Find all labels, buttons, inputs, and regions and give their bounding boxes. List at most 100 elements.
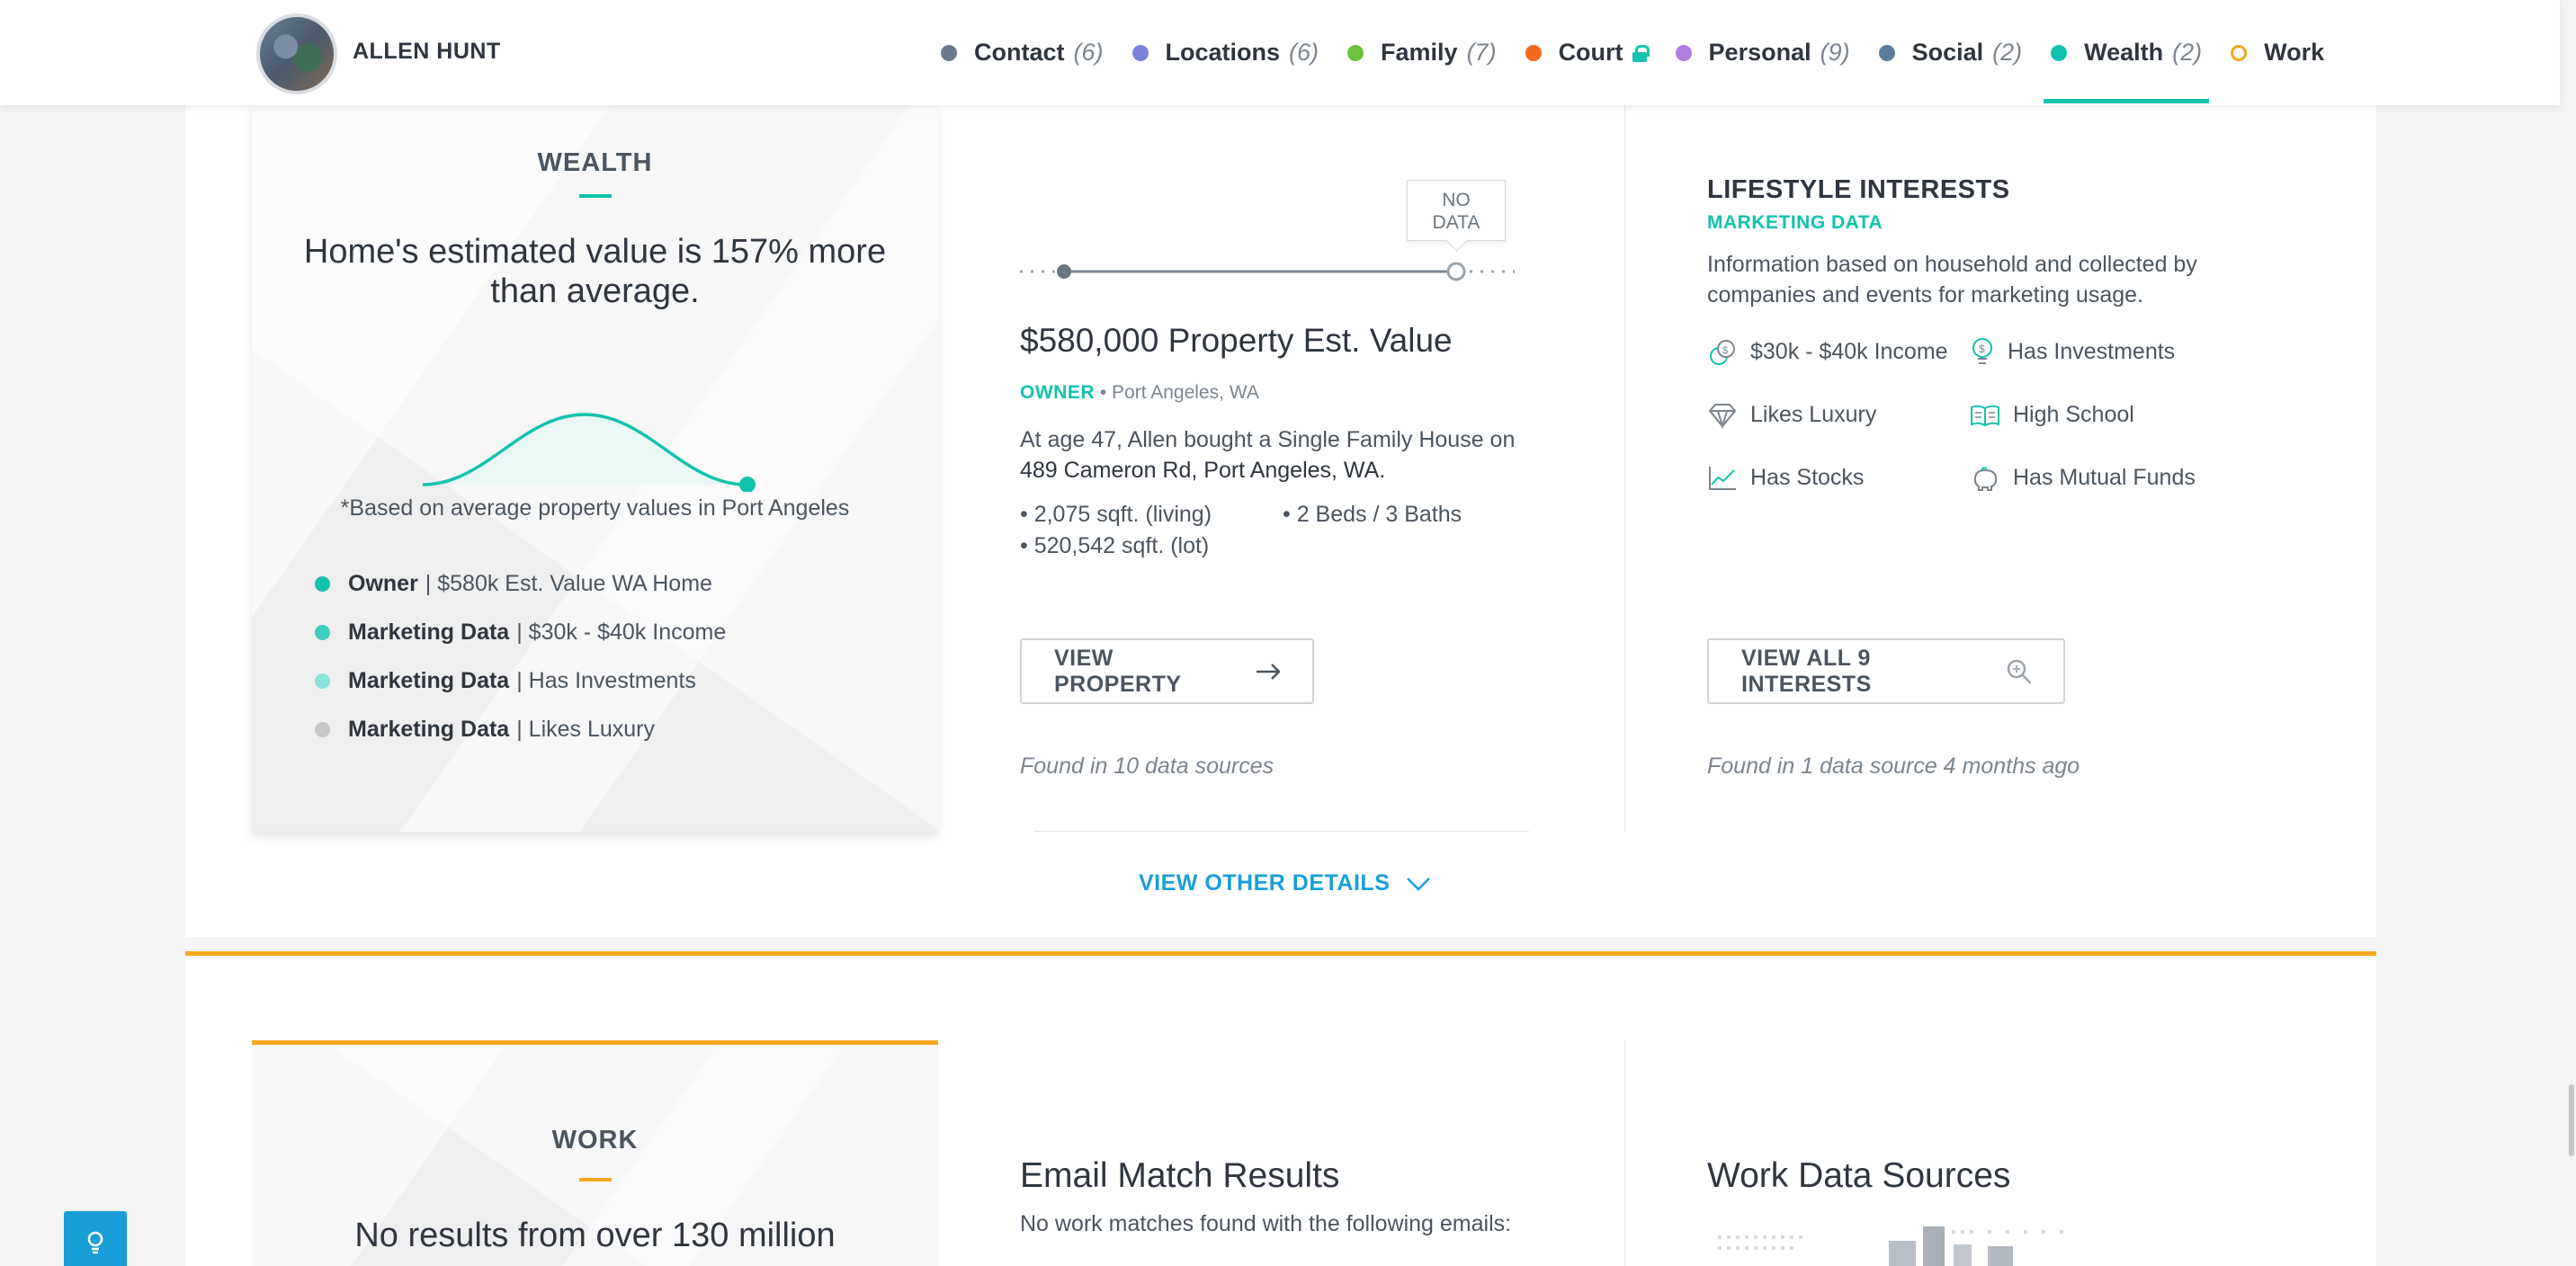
svg-text:$: $: [1722, 345, 1728, 356]
lifestyle-desc-line: Information based on household and colle…: [1707, 252, 2197, 277]
nav-item-work[interactable]: Work: [2216, 0, 2339, 105]
property-description: At age 47, Allen bought a Single Family …: [1020, 424, 1515, 486]
spec-item: • 2,075 sqft. (living): [1020, 502, 1212, 527]
wealth-summary-panel: WEALTH Home's estimated value is 157% mo…: [252, 105, 938, 832]
interest-label: Likes Luxury: [1750, 402, 1877, 427]
piggy-bank-icon: [1973, 466, 1998, 491]
view-other-details-link[interactable]: VIEW OTHER DETAILS: [1139, 870, 1431, 896]
lifestyle-title: LIFESTYLE INTERESTS: [1707, 175, 2010, 204]
interest-sources-note: Found in 1 data source 4 months ago: [1707, 753, 2080, 779]
property-sources-note: Found in 10 data sources: [1020, 753, 1275, 779]
view-all-interests-button[interactable]: VIEW ALL 9 INTERESTS: [1707, 638, 2065, 704]
legend-text: | $580k Est. Value WA Home: [425, 570, 712, 596]
nav-count: (2): [1992, 39, 2023, 66]
avatar[interactable]: [256, 13, 337, 94]
legend-item: Owner | $580k Est. Value WA Home: [315, 559, 726, 608]
legend-source: Owner: [348, 570, 418, 596]
button-label: VIEW ALL 9 INTERESTS: [1741, 645, 1872, 697]
open-book-icon: [1971, 405, 1999, 426]
value-distribution-curve: [423, 413, 756, 492]
email-match-description: No work matches found with the following…: [1020, 1211, 1512, 1236]
spec-item: • 2 Beds / 3 Baths: [1283, 502, 1462, 527]
chevron-down-icon: [1407, 877, 1431, 891]
owner-location: Port Angeles, WA: [1112, 382, 1259, 403]
city-skyline-icon: [1718, 1226, 2063, 1266]
nav-item-personal[interactable]: Personal (9): [1661, 0, 1865, 105]
nav-count: (7): [1466, 39, 1497, 66]
social-dot-icon: [1878, 44, 1895, 61]
legend-item: Marketing Data | Likes Luxury: [315, 705, 726, 753]
column-divider: [1624, 1040, 1625, 1266]
legend-source: Marketing Data: [348, 619, 510, 645]
diamond-icon: [1708, 403, 1737, 429]
nav-item-contact[interactable]: Contact (6): [926, 0, 1118, 105]
title-underline: [578, 1178, 612, 1181]
legend-text: | $30k - $40k Income: [516, 619, 727, 645]
bullet-separator: •: [1099, 382, 1113, 403]
legend-dot-icon: [315, 624, 330, 640]
property-address: 489 Cameron Rd, Port Angeles, WA.: [1020, 458, 1386, 483]
wealth-headline: Home's estimated value is 157% more than…: [303, 233, 887, 310]
property-value-title: $580,000 Property Est. Value: [1020, 322, 1453, 359]
nav-label: Social: [1911, 39, 1984, 66]
wealth-footnote: *Based on average property values in Por…: [340, 495, 850, 521]
lifestyle-desc-line: companies and events for marketing usage…: [1707, 282, 2143, 308]
property-desc-line: At age 47, Allen bought a Single Family …: [1020, 427, 1516, 452]
nav-label: Wealth: [2084, 39, 2164, 66]
family-dot-icon: [1347, 44, 1364, 61]
interest-label: Has Mutual Funds: [2013, 465, 2196, 490]
email-match-title: Email Match Results: [1020, 1156, 1340, 1195]
coins-icon: $: [1710, 339, 1735, 365]
legend-item: Marketing Data | $30k - $40k Income: [315, 608, 726, 656]
wealth-legend: Owner | $580k Est. Value WA Home Marketi…: [315, 559, 726, 753]
work-ring-icon: [2231, 44, 2248, 61]
button-label: VIEW PROPERTY: [1054, 645, 1182, 697]
wealth-title: WEALTH: [537, 148, 653, 177]
legend-text: | Likes Luxury: [516, 716, 656, 742]
view-property-button[interactable]: VIEW PROPERTY: [1020, 638, 1314, 704]
nav-count: (6): [1073, 39, 1104, 66]
spec-item: • 520,542 sqft. (lot): [1020, 533, 1210, 558]
interest-item: Has Stocks: [1707, 462, 1970, 494]
no-data-label: NO DATA: [1432, 190, 1480, 233]
svg-text:$: $: [1979, 343, 1985, 355]
scrollbar-thumb[interactable]: [2569, 1084, 2574, 1156]
interest-item: $ $30k - $40k Income: [1707, 336, 1970, 368]
legend-source: Marketing Data: [348, 716, 510, 742]
help-button[interactable]: [64, 1211, 127, 1266]
nav-label: Contact: [974, 39, 1065, 66]
nav-label: Work: [2264, 39, 2325, 66]
owner-line: OWNER • Port Angeles, WA: [1020, 382, 1259, 404]
column-divider: [1624, 105, 1625, 832]
work-headline: No results from over 130 million: [354, 1217, 836, 1254]
legend-dot-icon: [315, 575, 330, 592]
nav-label: Locations: [1165, 39, 1281, 66]
work-title: WORK: [551, 1126, 639, 1155]
nav-label: Family: [1381, 39, 1458, 66]
interest-item: $ Has Investments: [1970, 336, 2240, 368]
section-nav: Contact (6) Locations (6) Family (7) Cou…: [926, 0, 2339, 105]
lock-icon: [1632, 44, 1650, 62]
interest-grid: $ $30k - $40k Income $ Has Investments L…: [1707, 336, 2240, 494]
nav-item-court[interactable]: Court: [1511, 0, 1661, 105]
legend-dot-icon: [315, 673, 330, 689]
nav-item-social[interactable]: Social (2): [1865, 0, 2037, 105]
link-label: VIEW OTHER DETAILS: [1139, 870, 1391, 896]
nav-label: Court: [1558, 39, 1623, 66]
interest-label: Has Stocks: [1750, 465, 1865, 490]
nav-item-locations[interactable]: Locations (6): [1118, 0, 1334, 105]
interest-item: High School: [1970, 399, 2240, 431]
nav-item-family[interactable]: Family (7): [1333, 0, 1511, 105]
interest-label: High School: [2013, 402, 2134, 427]
lifestyle-description: Information based on household and colle…: [1707, 249, 2197, 310]
person-name: ALLEN HUNT: [353, 39, 501, 64]
legend-item: Marketing Data | Has Investments: [315, 656, 726, 705]
lightbulb-icon: [87, 1231, 103, 1254]
stock-chart-icon: [1709, 466, 1736, 490]
nav-item-wealth[interactable]: Wealth (2): [2036, 0, 2216, 105]
arrow-right-icon: [1256, 663, 1280, 680]
work-summary-panel: WORK No results from over 130 million: [252, 1040, 938, 1266]
title-underline: [578, 194, 612, 198]
legend-dot-icon: [315, 721, 330, 737]
money-bulb-icon: $: [1972, 337, 1992, 364]
